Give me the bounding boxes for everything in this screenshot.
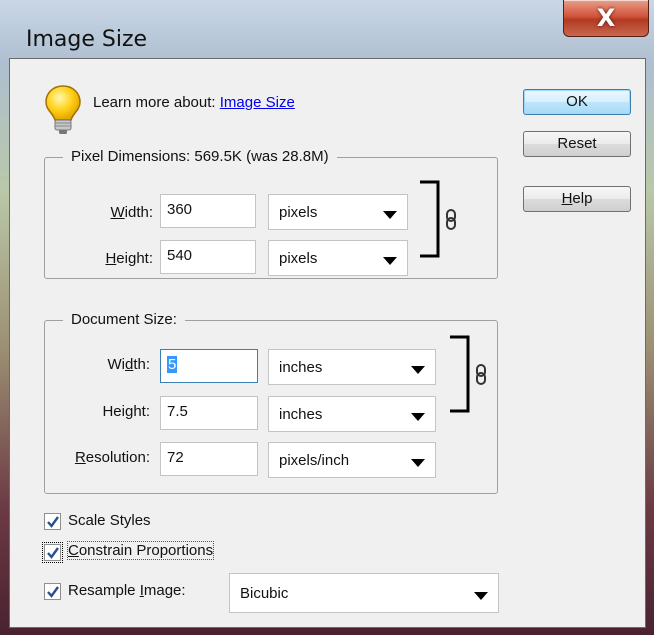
doc-width-label: Width: xyxy=(107,356,150,373)
checkmark-icon xyxy=(47,547,59,559)
chevron-down-icon xyxy=(383,211,397,219)
pixel-height-input[interactable]: 540 xyxy=(160,240,256,274)
image-size-help-link[interactable]: Image Size xyxy=(220,94,295,111)
constrain-proportions-checkbox[interactable] xyxy=(42,542,63,563)
close-icon: X xyxy=(596,4,616,32)
ok-button[interactable]: OK xyxy=(523,89,631,115)
chevron-down-icon xyxy=(411,459,425,467)
reset-button[interactable]: Reset xyxy=(523,131,631,157)
close-button[interactable]: X xyxy=(563,0,649,37)
pixel-width-unit-select[interactable]: pixels xyxy=(268,194,408,230)
window-title: Image Size xyxy=(26,27,148,52)
chevron-down-icon xyxy=(474,592,488,600)
resample-method-select[interactable]: Bicubic xyxy=(229,573,499,613)
pixel-width-input[interactable]: 360 xyxy=(160,194,256,228)
doc-height-label: Height: xyxy=(102,403,150,420)
learn-more-prefix: Learn more about: xyxy=(93,94,220,111)
constrain-link-icon xyxy=(450,335,486,413)
doc-height-input[interactable]: 7.5 xyxy=(160,396,258,430)
chevron-down-icon xyxy=(411,413,425,421)
title-bar[interactable]: Image Size X xyxy=(0,0,654,58)
checkmark-icon xyxy=(47,516,59,528)
resolution-unit-select[interactable]: pixels/inch xyxy=(268,442,436,478)
checkmark-icon xyxy=(47,586,59,598)
doc-width-input[interactable]: 5 xyxy=(160,349,258,383)
scale-styles-checkbox[interactable] xyxy=(44,513,61,530)
constrain-proportions-label[interactable]: Constrain Proportions xyxy=(66,541,215,560)
help-button[interactable]: Help xyxy=(523,186,631,212)
pixel-height-unit-select[interactable]: pixels xyxy=(268,240,408,276)
resample-image-checkbox[interactable] xyxy=(44,583,61,600)
scale-styles-label[interactable]: Scale Styles xyxy=(68,512,151,529)
resolution-label: Resolution: xyxy=(74,449,150,466)
pixel-dimensions-label: Pixel Dimensions: 569.5K (was 28.8M) xyxy=(63,148,337,165)
doc-height-unit-select[interactable]: inches xyxy=(268,396,436,432)
chevron-down-icon xyxy=(383,257,397,265)
chevron-down-icon xyxy=(411,366,425,374)
constrain-link-icon xyxy=(420,180,456,258)
resolution-input[interactable]: 72 xyxy=(160,442,258,476)
pixel-height-label: Height: xyxy=(105,250,153,267)
lightbulb-icon xyxy=(45,85,81,134)
resample-image-label[interactable]: Resample Image: xyxy=(68,582,186,599)
document-size-label: Document Size: xyxy=(63,311,185,328)
doc-width-unit-select[interactable]: inches xyxy=(268,349,436,385)
learn-more-text: Learn more about: Image Size xyxy=(93,94,295,111)
pixel-width-label: Width: xyxy=(110,204,153,221)
